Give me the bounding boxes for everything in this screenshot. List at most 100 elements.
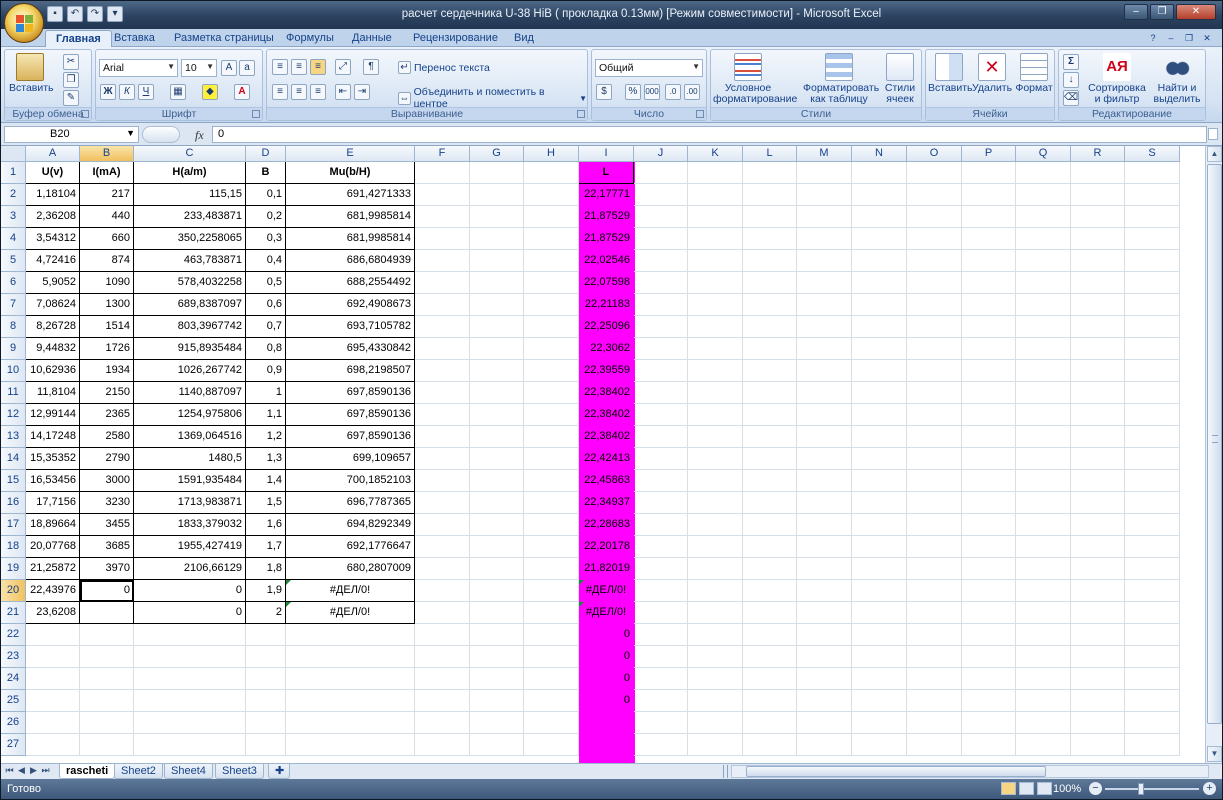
row-header[interactable]: 15 — [1, 470, 26, 492]
cell-d15[interactable]: 1,4 — [246, 470, 286, 492]
tab-insert[interactable]: Вставка — [104, 30, 165, 47]
cell-b11[interactable]: 2150 — [80, 382, 134, 404]
cell-j14[interactable] — [634, 448, 688, 470]
bold-button[interactable]: Ж — [100, 84, 116, 100]
cell-g1[interactable] — [470, 162, 524, 184]
column-header-g[interactable]: G — [470, 146, 524, 162]
row-header[interactable]: 13 — [1, 426, 26, 448]
cell-d16[interactable]: 1,5 — [246, 492, 286, 514]
column-header-m[interactable]: M — [797, 146, 852, 162]
cell-s4[interactable] — [1125, 228, 1180, 250]
cell-k20[interactable] — [688, 580, 743, 602]
column-header-l[interactable]: L — [743, 146, 797, 162]
column-header-c[interactable]: C — [134, 146, 246, 162]
row-header[interactable]: 11 — [1, 382, 26, 404]
cell-r25[interactable] — [1071, 690, 1125, 712]
cell-m7[interactable] — [797, 294, 852, 316]
cell-s18[interactable] — [1125, 536, 1180, 558]
cell-r11[interactable] — [1071, 382, 1125, 404]
row-header[interactable]: 17 — [1, 514, 26, 536]
cell-c10[interactable]: 1026,267742 — [134, 360, 246, 382]
cell-b24[interactable] — [80, 668, 134, 690]
cell-k1[interactable] — [688, 162, 743, 184]
percent-button[interactable]: % — [625, 84, 641, 100]
cell-d26[interactable] — [246, 712, 286, 734]
cell-i4[interactable]: 21,87529 — [579, 228, 634, 250]
cell-d27[interactable] — [246, 734, 286, 756]
cell-h5[interactable] — [524, 250, 579, 272]
cell-q5[interactable] — [1016, 250, 1071, 272]
cell-e10[interactable]: 698,2198507 — [286, 360, 415, 382]
copy-icon[interactable]: ❐ — [63, 72, 79, 88]
horizontal-scrollbar[interactable] — [731, 765, 1209, 778]
cell-q14[interactable] — [1016, 448, 1071, 470]
cell-a10[interactable]: 10,62936 — [26, 360, 80, 382]
cell-o15[interactable] — [907, 470, 962, 492]
cell-j6[interactable] — [634, 272, 688, 294]
cell-c25[interactable] — [134, 690, 246, 712]
cell-s7[interactable] — [1125, 294, 1180, 316]
cell-h12[interactable] — [524, 404, 579, 426]
cell-g19[interactable] — [470, 558, 524, 580]
cell-c26[interactable] — [134, 712, 246, 734]
cell-o9[interactable] — [907, 338, 962, 360]
cell-i21[interactable]: #ДЕЛ/0! — [579, 602, 634, 624]
cell-g22[interactable] — [470, 624, 524, 646]
cell-l22[interactable] — [743, 624, 797, 646]
cell-s9[interactable] — [1125, 338, 1180, 360]
normal-view-icon[interactable] — [1001, 782, 1016, 795]
cell-n4[interactable] — [852, 228, 907, 250]
clear-icon[interactable]: ⌫ — [1063, 90, 1079, 106]
row-header[interactable]: 21 — [1, 602, 26, 624]
cell-n14[interactable] — [852, 448, 907, 470]
cell-r5[interactable] — [1071, 250, 1125, 272]
cell-i13[interactable]: 22,38402 — [579, 426, 634, 448]
cell-p2[interactable] — [962, 184, 1016, 206]
cell-g17[interactable] — [470, 514, 524, 536]
cell-g11[interactable] — [470, 382, 524, 404]
cell-l27[interactable] — [743, 734, 797, 756]
cell-s26[interactable] — [1125, 712, 1180, 734]
cell-c19[interactable]: 2106,66129 — [134, 558, 246, 580]
cell-k23[interactable] — [688, 646, 743, 668]
cell-e20[interactable]: #ДЕЛ/0! — [286, 580, 415, 602]
cell-g25[interactable] — [470, 690, 524, 712]
cell-l24[interactable] — [743, 668, 797, 690]
cell-g12[interactable] — [470, 404, 524, 426]
cell-d11[interactable]: 1 — [246, 382, 286, 404]
cell-d25[interactable] — [246, 690, 286, 712]
cell-r4[interactable] — [1071, 228, 1125, 250]
cell-o6[interactable] — [907, 272, 962, 294]
cell-j15[interactable] — [634, 470, 688, 492]
cell-j23[interactable] — [634, 646, 688, 668]
column-header-h[interactable]: H — [524, 146, 579, 162]
cell-r12[interactable] — [1071, 404, 1125, 426]
cell-c11[interactable]: 1140,887097 — [134, 382, 246, 404]
sort-filter-button[interactable]: АЯ Сортировка и фильтр — [1087, 53, 1147, 105]
name-box[interactable]: B20 ▼ — [4, 126, 139, 143]
cell-r1[interactable] — [1071, 162, 1125, 184]
alignment-launcher-icon[interactable] — [577, 110, 585, 118]
cell-n24[interactable] — [852, 668, 907, 690]
cell-h24[interactable] — [524, 668, 579, 690]
cell-q6[interactable] — [1016, 272, 1071, 294]
cell-d1[interactable]: B — [246, 162, 286, 184]
row-header[interactable]: 5 — [1, 250, 26, 272]
cell-n26[interactable] — [852, 712, 907, 734]
cell-l18[interactable] — [743, 536, 797, 558]
cell-e5[interactable]: 686,6804939 — [286, 250, 415, 272]
cell-i17[interactable]: 22,28683 — [579, 514, 634, 536]
cell-o23[interactable] — [907, 646, 962, 668]
cell-m22[interactable] — [797, 624, 852, 646]
cell-b1[interactable]: I(mA) — [80, 162, 134, 184]
zoom-level[interactable]: 100% — [1053, 783, 1081, 795]
cell-m12[interactable] — [797, 404, 852, 426]
clipboard-launcher-icon[interactable] — [81, 110, 89, 118]
cell-p26[interactable] — [962, 712, 1016, 734]
cell-h7[interactable] — [524, 294, 579, 316]
cell-o27[interactable] — [907, 734, 962, 756]
row-header[interactable]: 24 — [1, 668, 26, 690]
cell-l3[interactable] — [743, 206, 797, 228]
cell-i7[interactable]: 22,21183 — [579, 294, 634, 316]
cell-h27[interactable] — [524, 734, 579, 756]
